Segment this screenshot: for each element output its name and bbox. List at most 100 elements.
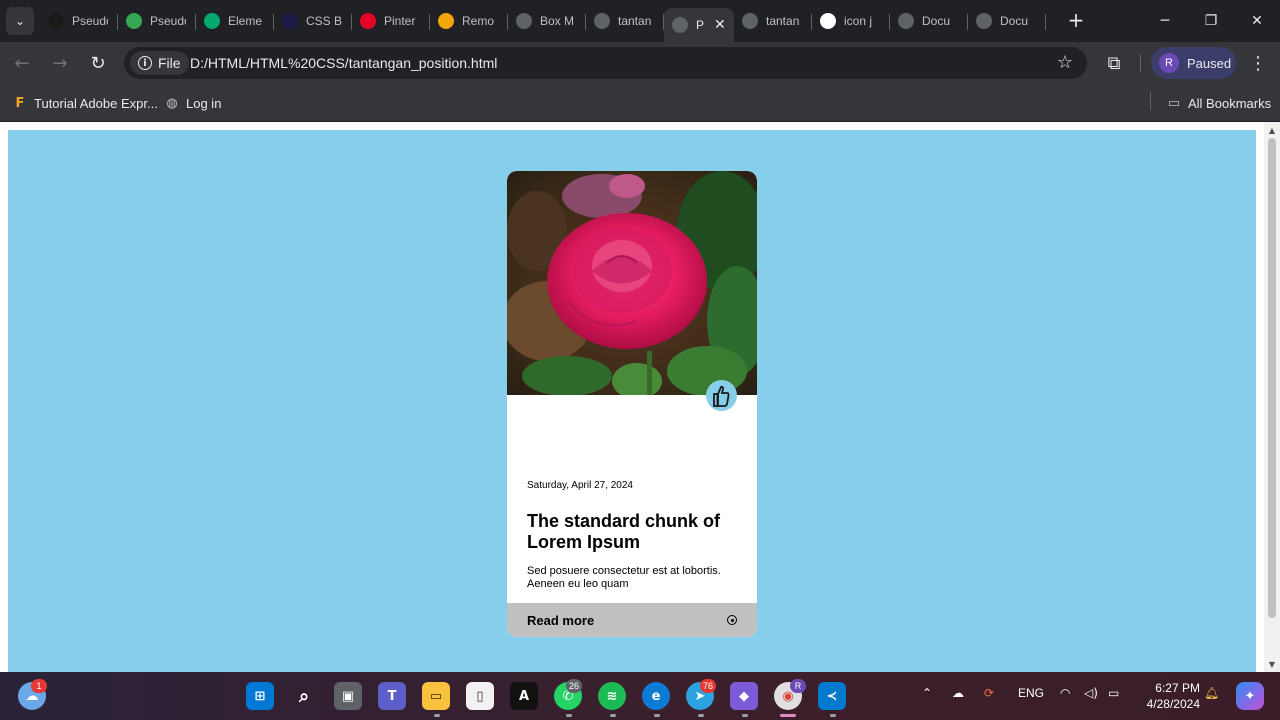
close-tab-icon[interactable]: ✕ xyxy=(714,17,726,33)
bookmark-label: Tutorial Adobe Expr... xyxy=(34,95,158,111)
close-window-button[interactable]: ✕ xyxy=(1234,0,1280,42)
whatsapp-badge: 26 xyxy=(566,679,583,693)
tab-title: Pseudo xyxy=(72,14,108,28)
browser-tab[interactable]: Docu xyxy=(890,0,968,42)
copilot-icon[interactable]: ✦ xyxy=(1236,682,1264,710)
new-tab-button[interactable]: + xyxy=(1066,8,1086,32)
tab-title: Box M xyxy=(540,14,575,28)
tab-title: tantan xyxy=(618,14,652,28)
extensions-puzzle-icon[interactable]: ⧉ xyxy=(1102,49,1126,77)
bookmark-star-icon[interactable]: ☆ xyxy=(1057,52,1073,73)
system-clock[interactable]: 6:27 PM 4/28/2024 xyxy=(1138,680,1200,712)
active-indicator xyxy=(780,714,796,717)
running-indicator xyxy=(698,714,704,717)
notification-bell-icon[interactable]: 🔔︎ xyxy=(1204,686,1219,700)
reload-button[interactable]: ↻ xyxy=(84,49,112,77)
profile-status: Paused xyxy=(1187,55,1232,71)
back-button[interactable]: ← xyxy=(8,49,36,77)
card-date: Saturday, April 27, 2024 xyxy=(527,480,633,491)
running-indicator xyxy=(742,714,748,717)
scroll-up-arrow-icon[interactable]: ▲ xyxy=(1267,125,1277,135)
vscode-icon[interactable]: ≺ xyxy=(818,682,846,710)
edge-icon[interactable]: e xyxy=(642,682,670,710)
wifi-icon[interactable]: ◠ xyxy=(1060,686,1070,700)
globe-favicon xyxy=(742,13,758,29)
adobe-express-taskbar-icon[interactable]: A xyxy=(510,682,538,710)
card-footer[interactable]: Read more xyxy=(507,603,757,637)
running-indicator xyxy=(830,714,836,717)
bookmarks-bar: F Tutorial Adobe Expr... ◍ Log in ▭ All … xyxy=(0,84,1280,122)
show-hidden-icons-chevron-icon[interactable]: ⌃ xyxy=(922,686,932,700)
browser-tab[interactable]: Pseudo xyxy=(118,0,196,42)
tab-title: Docu xyxy=(922,14,951,28)
teams-icon[interactable]: T xyxy=(378,682,406,710)
bookmark-adobe-express[interactable]: F Tutorial Adobe Expr... xyxy=(12,92,158,114)
globe-favicon xyxy=(516,13,532,29)
tab-list: Pseudo Pseudo Eleme CSS B Pinter Remo Box M tan… xyxy=(40,0,1046,42)
browser-tab[interactable]: Pseudo xyxy=(40,0,118,42)
windows-start-icon[interactable]: ⊞ xyxy=(246,682,274,710)
page-background: Saturday, April 27, 2024 The standard ch… xyxy=(8,130,1256,672)
browser-tab[interactable]: Pinter xyxy=(352,0,430,42)
pinterest-favicon xyxy=(360,13,376,29)
search-icon[interactable]: ⌕ xyxy=(290,682,318,710)
tab-title: P xyxy=(696,18,705,32)
browser-tab[interactable]: icon j xyxy=(812,0,890,42)
browser-tab[interactable]: tantan xyxy=(734,0,812,42)
card-description: Sed posuere consectetur est at lobortis.… xyxy=(527,565,721,590)
folder-icon: ▭ xyxy=(1167,95,1181,111)
globe-favicon xyxy=(898,13,914,29)
running-indicator xyxy=(610,714,616,717)
browser-tab[interactable]: tantan xyxy=(586,0,664,42)
like-button[interactable] xyxy=(706,380,737,411)
site-info-chip[interactable]: i File xyxy=(130,51,189,75)
address-bar[interactable]: i File D:/HTML/HTML%20CSS/tantangan_posi… xyxy=(124,47,1087,79)
profile-button[interactable]: R Paused xyxy=(1151,47,1236,79)
battery-icon[interactable]: ▭ xyxy=(1108,686,1119,700)
tab-title: Docu xyxy=(1000,14,1029,28)
tab-strip: ⌄ Pseudo Pseudo Eleme CSS B Pinter Remo Box M t… xyxy=(0,0,1280,42)
onedrive-cloud-icon[interactable]: ☁ xyxy=(952,686,964,700)
scroll-down-arrow-icon[interactable]: ▼ xyxy=(1267,659,1277,669)
sync-icon[interactable]: ⟳ xyxy=(984,686,994,700)
bookmark-log-in[interactable]: ◍ Log in xyxy=(164,92,221,114)
all-bookmarks-button[interactable]: ▭ All Bookmarks xyxy=(1166,92,1271,114)
browser-tab[interactable]: CSS B xyxy=(274,0,352,42)
browser-tab[interactable]: P ✕ xyxy=(664,8,734,42)
blog-card: Saturday, April 27, 2024 The standard ch… xyxy=(507,171,757,637)
notepad-icon[interactable]: ▯ xyxy=(466,682,494,710)
task-view-icon[interactable]: ▣ xyxy=(334,682,362,710)
restore-button[interactable]: ❐ xyxy=(1188,0,1234,42)
scroll-thumb[interactable] xyxy=(1268,138,1276,618)
weather-badge: 1 xyxy=(31,679,47,693)
circle-dot-icon[interactable] xyxy=(727,615,737,625)
browser-tab[interactable]: Box M xyxy=(508,0,586,42)
browser-tab[interactable]: Docu xyxy=(968,0,1046,42)
bookmark-label: Log in xyxy=(186,95,222,111)
read-more-link[interactable]: Read more xyxy=(527,613,594,628)
tab-title: CSS B xyxy=(306,14,342,28)
kebab-menu-icon[interactable]: ⋮ xyxy=(1246,49,1270,77)
volume-icon[interactable]: ◁) xyxy=(1084,686,1098,700)
vertical-scrollbar[interactable]: ▲ ▼ xyxy=(1264,122,1280,672)
file-explorer-icon[interactable]: ▭ xyxy=(422,682,450,710)
minimize-button[interactable]: ─ xyxy=(1142,0,1188,42)
url-text[interactable]: D:/HTML/HTML%20CSS/tantangan_position.ht… xyxy=(190,55,497,71)
adobe-express-icon: F xyxy=(15,95,25,111)
browser-tab[interactable]: Eleme xyxy=(196,0,274,42)
language-indicator[interactable]: ENG xyxy=(1018,686,1044,700)
chrome-profile-badge: R xyxy=(790,679,806,693)
obsidian-icon[interactable]: ◆ xyxy=(730,682,758,710)
page-viewport: Saturday, April 27, 2024 The standard ch… xyxy=(0,122,1280,672)
tab-search-button[interactable]: ⌄ xyxy=(6,7,34,35)
spotify-icon[interactable]: ≋ xyxy=(598,682,626,710)
css-favicon xyxy=(282,13,298,29)
toolbar-divider xyxy=(1140,54,1141,72)
browser-toolbar: ← → ↻ i File D:/HTML/HTML%20CSS/tantanga… xyxy=(0,42,1280,84)
clock-date: 4/28/2024 xyxy=(1146,697,1200,711)
reload-icon: ↻ xyxy=(90,52,106,74)
scheme-label: File xyxy=(158,55,181,71)
pseudo-favicon xyxy=(48,13,64,29)
forward-button[interactable]: → xyxy=(46,49,74,77)
browser-tab[interactable]: Remo xyxy=(430,0,508,42)
